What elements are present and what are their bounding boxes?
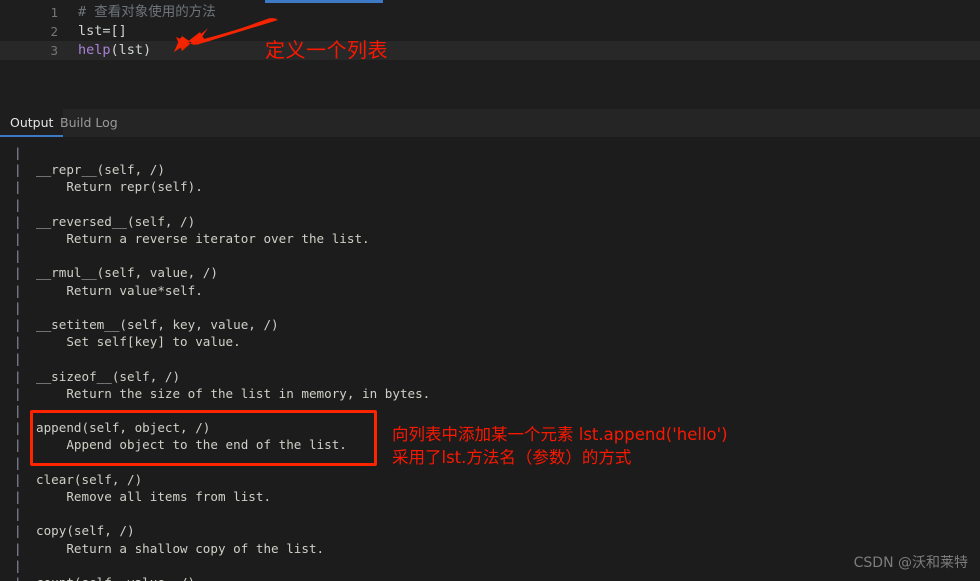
code-token: # 查看对象使用的方法 — [78, 4, 216, 20]
code-text-2: lst=[] — [78, 22, 127, 41]
output-pipe-glyph: | — [14, 282, 22, 298]
code-token: lst=[] — [78, 23, 127, 39]
output-pipe-glyph: | — [14, 437, 22, 453]
output-line: | clear(self, /) — [0, 471, 980, 488]
output-console-pane[interactable]: | | __repr__(self, /) | Return repr(self). |… — [0, 137, 980, 581]
output-line-text: Return repr(self). — [36, 179, 203, 195]
output-line-text: clear(self, /) — [36, 471, 143, 487]
output-line: | Return value*self. — [0, 282, 980, 299]
output-pipe-glyph: | — [14, 299, 22, 315]
output-line: | Return the size of the list in memory,… — [0, 385, 980, 402]
output-pipe-glyph: | — [14, 231, 22, 246]
output-line: | Return a reverse iterator over the lis… — [0, 230, 980, 247]
output-line: | — [0, 402, 980, 419]
code-token: help — [78, 42, 111, 58]
output-pipe-glyph: | — [14, 351, 22, 367]
code-editor-pane[interactable]: 1 # 查看对象使用的方法 2 lst=[] 3 help(lst) 定义一个列表 — [0, 0, 980, 109]
output-pipe-glyph: | — [14, 574, 22, 581]
output-pipe-glyph: | — [14, 557, 22, 573]
code-line-3[interactable]: 3 help(lst) — [0, 41, 980, 60]
output-pipe-glyph: | — [14, 213, 22, 229]
output-line-text: __setitem__(self, key, value, /) — [36, 317, 279, 332]
output-line: | — [0, 350, 980, 367]
output-pipe-glyph: | — [14, 248, 22, 264]
output-line-text: __reversed__(self, /) — [36, 213, 196, 229]
output-pipe-glyph: | — [14, 506, 22, 522]
output-pipe-glyph: | — [14, 420, 22, 436]
code-line-2[interactable]: 2 lst=[] — [0, 22, 980, 41]
output-line: | Return repr(self). — [0, 178, 980, 195]
output-line: | __setitem__(self, key, value, /) — [0, 316, 980, 333]
output-pipe-glyph: | — [14, 523, 22, 539]
output-line-text: Set self[key] to value. — [36, 334, 241, 350]
output-pipe-glyph: | — [14, 385, 22, 401]
output-line: | — [0, 299, 980, 316]
tab-build-log[interactable]: Build Log — [50, 109, 128, 137]
output-pipe-glyph: | — [14, 196, 22, 212]
output-line-text: Append object to the end of the list. — [36, 437, 347, 453]
output-line-text: __repr__(self, /) — [36, 162, 165, 178]
output-line: | __sizeof__(self, /) — [0, 368, 980, 385]
output-line-text: __sizeof__(self, /) — [36, 368, 181, 384]
output-pipe-glyph: | — [14, 145, 22, 160]
output-line: | Set self[key] to value. — [0, 333, 980, 350]
output-line-text: append(self, object, /) — [36, 420, 211, 436]
output-pipe-glyph: | — [14, 265, 22, 281]
output-pipe-glyph: | — [14, 471, 22, 487]
output-pipe-glyph: | — [14, 162, 22, 178]
output-pipe-glyph: | — [14, 179, 22, 195]
ide-window: 1 # 查看对象使用的方法 2 lst=[] 3 help(lst) 定义一个列表 Out… — [0, 0, 980, 581]
output-annotation-line-2: 采用了lst.方法名（参数）的方式 — [392, 448, 632, 467]
output-line: | — [0, 505, 980, 522]
line-number-3: 3 — [50, 43, 58, 58]
output-line-text: copy(self, /) — [36, 523, 135, 539]
output-line: | — [0, 196, 980, 213]
code-token: (lst) — [110, 42, 152, 58]
output-line-text: Return a shallow copy of the list. — [36, 540, 325, 556]
output-line-text: Return value*self. — [36, 282, 203, 298]
output-line: | Remove all items from list. — [0, 488, 980, 505]
output-line: | — [0, 247, 980, 264]
watermark-text: CSDN @沃和莱特 — [853, 555, 968, 571]
output-line-text: Remove all items from list. — [36, 489, 272, 504]
output-pipe-glyph: | — [14, 317, 22, 332]
code-text-1: # 查看对象使用的方法 — [78, 3, 216, 22]
output-line-text: Return a reverse iterator over the list. — [36, 231, 370, 246]
output-line-text: __rmul__(self, value, /) — [36, 265, 218, 281]
output-pipe-glyph: | — [14, 368, 22, 384]
output-line: | __reversed__(self, /) — [0, 213, 980, 230]
output-line: | copy(self, /) — [0, 522, 980, 539]
editor-annotation-text: 定义一个列表 — [265, 38, 388, 62]
output-pipe-glyph: | — [14, 540, 22, 556]
line-number-2: 2 — [50, 24, 58, 39]
output-pipe-glyph: | — [14, 334, 22, 350]
output-tabbar: Output Build Log — [0, 109, 980, 137]
output-pipe-glyph: | — [14, 454, 22, 470]
output-annotation-line-1: 向列表中添加某一个元素 lst.append('hello') — [392, 425, 728, 444]
line-number-1: 1 — [50, 5, 58, 20]
output-line: | Return a shallow copy of the list. — [0, 540, 980, 557]
output-line-text: count(self, value, /) — [36, 574, 195, 581]
code-text-3: help(lst) — [78, 41, 151, 60]
output-pipe-glyph: | — [14, 489, 22, 504]
output-line: | — [0, 557, 980, 574]
output-line: | __rmul__(self, value, /) — [0, 264, 980, 281]
output-line: | — [0, 144, 980, 161]
output-line-text: Return the size of the list in memory, i… — [36, 385, 431, 401]
output-pipe-glyph: | — [14, 403, 22, 418]
output-line: | count(self, value, /) — [0, 574, 980, 581]
output-line: | __repr__(self, /) — [0, 161, 980, 178]
code-line-1[interactable]: 1 # 查看对象使用的方法 — [0, 3, 980, 22]
